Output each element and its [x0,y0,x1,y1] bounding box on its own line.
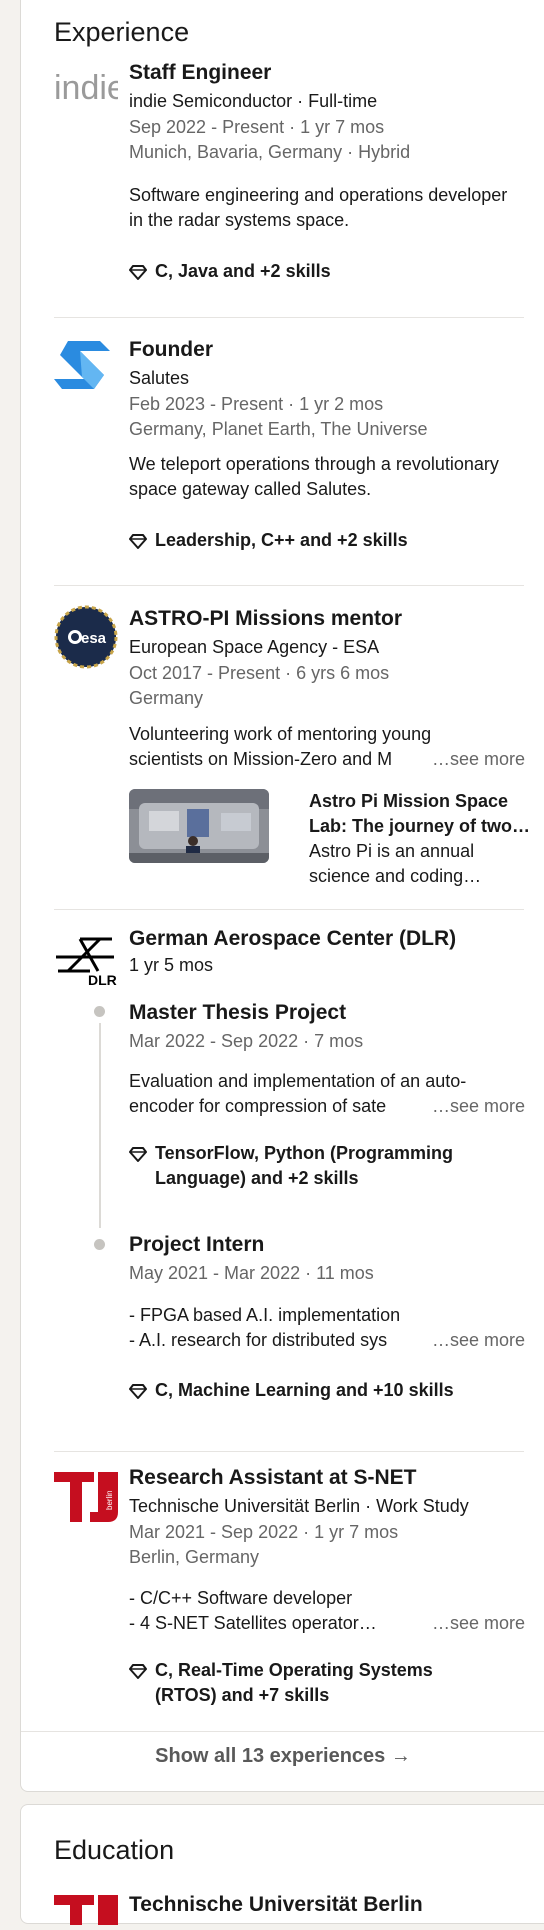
dlr-logo: DLR [54,931,118,988]
role-dates: Mar 2022 - Sep 2022 · 7 mos [129,1031,364,1051]
media-title[interactable]: Astro Pi Mission Space Lab: The journey … [309,789,530,839]
job-description-line-2: scientists on Mission-Zero and M [129,749,393,769]
skills-row[interactable]: TensorFlow, Python (Programming Language… [129,1141,453,1191]
divider [54,585,524,586]
company-duration: 1 yr 5 mos [129,955,214,975]
education-section: Education Technische Universität Berlin [20,1804,544,1925]
job-title: ASTRO-PI Missions mentor [129,607,403,630]
svg-text:indie: indie [54,69,118,107]
experience-heading: Experience [54,17,190,47]
diamond-icon [129,1664,147,1679]
timeline-dot [94,1239,105,1250]
company-name: Technische Universität Berlin · Work Stu… [129,1496,469,1516]
job-title: Research Assistant at S-NET [129,1466,417,1489]
esa-logo: esa [54,605,118,669]
job-description: We teleport operations through a revolut… [129,454,499,499]
role-title: Master Thesis Project [129,1001,347,1024]
job-title: Staff Engineer [129,61,272,84]
divider [54,1451,524,1452]
job-dates: Oct 2017 - Present · 6 yrs 6 mos [129,663,390,683]
diamond-icon [129,1147,147,1162]
divider [21,1731,544,1732]
role-title: Project Intern [129,1233,265,1256]
role-description-line-1: - FPGA based A.I. implementation [129,1305,401,1325]
diamond-icon [129,534,147,549]
skills-row[interactable]: C, Machine Learning and +10 skills [129,1378,454,1403]
tu-berlin-logo [54,1895,118,1925]
experience-section: Experience indie Staff Engineer indie Se… [20,0,544,1792]
skills-row[interactable]: C, Real-Time Operating Systems (RTOS) an… [129,1658,433,1708]
education-heading: Education [54,1835,175,1865]
media-description: Astro Pi is an annual science and coding… [309,841,482,886]
role-description-line-1: Evaluation and implementation of an auto… [129,1071,467,1091]
job-location: Germany, Planet Earth, The Universe [129,419,428,439]
skills-label-line-2: (RTOS) and +7 skills [155,1685,330,1705]
see-more-link[interactable]: …see more [425,1330,525,1351]
see-more-link[interactable]: …see more [425,1096,525,1117]
role-description-line-2: - A.I. research for distributed sys [129,1330,388,1350]
timeline-dot [94,1006,105,1017]
media-thumbnail[interactable] [129,789,269,863]
job-dates: Sep 2022 - Present · 1 yr 7 mos [129,117,385,137]
see-more-link[interactable]: …see more [425,749,525,770]
skills-row[interactable]: C, Java and +2 skills [129,259,331,284]
divider [54,909,524,910]
svg-text:DLR: DLR [88,972,117,987]
salutes-logo [54,333,118,397]
job-description-line-2: - 4 S-NET Satellites operator… [129,1613,377,1633]
svg-text:berlin: berlin [105,1490,114,1510]
skills-label: C, Java and +2 skills [155,261,331,281]
diamond-icon [129,265,147,280]
show-all-experiences-button[interactable]: Show all 13 experiences → [21,1745,544,1768]
job-description-line-1: - C/C++ Software developer [129,1588,353,1608]
role-dates: May 2021 - Mar 2022 · 11 mos [129,1263,374,1283]
job-location: Munich, Bavaria, Germany · Hybrid [129,142,411,162]
skills-label-line-1: TensorFlow, Python (Programming [155,1143,454,1163]
timeline-line [99,1023,101,1228]
diamond-icon [129,1384,147,1399]
job-location: Germany [129,688,204,708]
school-name[interactable]: Technische Universität Berlin [129,1893,423,1917]
skills-label-line-1: C, Real-Time Operating Systems [155,1660,433,1680]
job-description-line-1: Volunteering work of mentoring young [129,724,432,744]
job-dates: Feb 2023 - Present · 1 yr 2 mos [129,394,384,414]
indie-logo: indie [54,69,126,109]
company-name: Salutes [129,368,190,388]
company-name: European Space Agency - ESA [129,637,380,657]
job-dates: Mar 2021 - Sep 2022 · 1 yr 7 mos [129,1522,399,1542]
skills-label: C, Machine Learning and +10 skills [155,1380,454,1400]
skills-row[interactable]: Leadership, C++ and +2 skills [129,528,408,553]
job-location: Berlin, Germany [129,1547,260,1567]
company-name: German Aerospace Center (DLR) [129,927,457,950]
role-description-line-2: encoder for compression of sate [129,1096,387,1116]
skills-label: Leadership, C++ and +2 skills [155,530,408,550]
svg-text:esa: esa [81,630,107,647]
skills-label-line-2: Language) and +2 skills [155,1168,359,1188]
job-title: Founder [129,338,213,361]
divider [54,317,524,318]
company-name: indie Semiconductor · Full-time [129,91,378,111]
job-description: Software engineering and operations deve… [129,185,508,230]
tu-berlin-logo: berlin [54,1472,118,1522]
see-more-link[interactable]: …see more [425,1613,525,1634]
